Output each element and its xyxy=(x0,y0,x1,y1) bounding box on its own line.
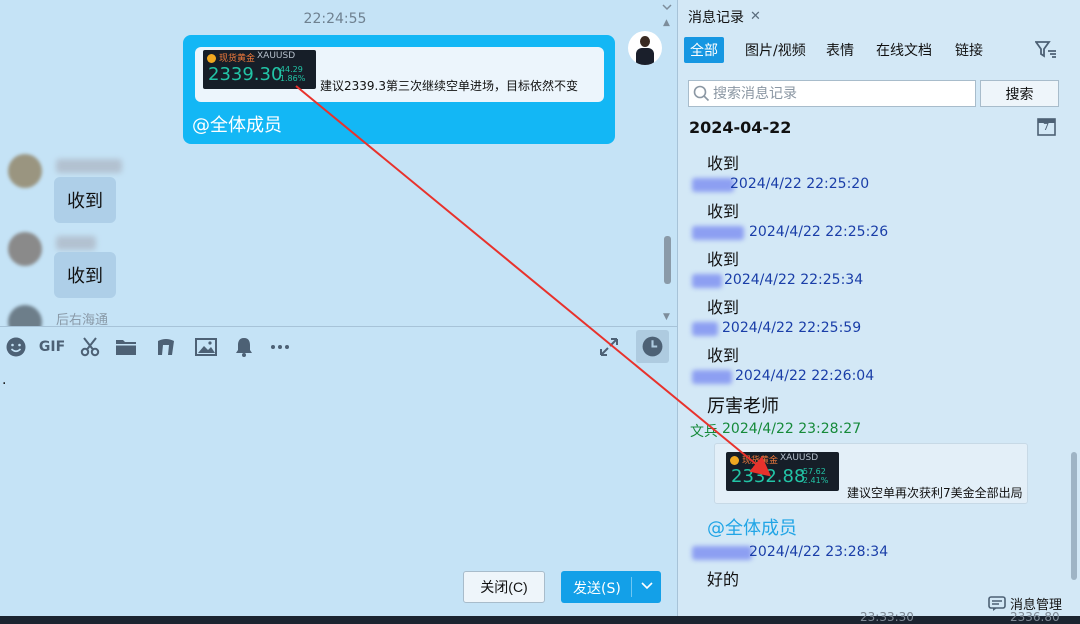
chat-bubble-icon xyxy=(988,595,1006,611)
folder-icon[interactable] xyxy=(114,335,138,359)
filter-icon[interactable] xyxy=(1035,40,1057,60)
history-message-text: 收到 xyxy=(707,154,740,173)
sender-name xyxy=(692,178,734,192)
history-message-time[interactable]: 2024/4/22 22:25:34 xyxy=(724,272,863,288)
tab-stickers[interactable]: 表情 xyxy=(820,37,860,63)
history-message-text: 好的 xyxy=(707,570,740,589)
partial-message: 后右海通 xyxy=(56,313,109,326)
avatar[interactable] xyxy=(8,232,42,266)
emoji-icon[interactable] xyxy=(4,335,28,359)
clock-icon xyxy=(642,336,663,357)
background-price: 2336.80 xyxy=(1010,610,1060,624)
collapse-icon[interactable] xyxy=(661,2,673,14)
music-icon[interactable] xyxy=(154,335,178,359)
instrument-symbol: XAUUSD xyxy=(780,453,819,463)
avatar[interactable] xyxy=(628,31,662,65)
calendar-day: 7 xyxy=(1043,122,1050,133)
message-timestamp: 22:24:55 xyxy=(303,11,367,27)
sender-name xyxy=(692,274,722,288)
instrument-change: -44.29 xyxy=(277,65,303,74)
history-message-time[interactable]: 2024/4/22 23:28:27 xyxy=(722,421,861,437)
background-time: 23:33:30 xyxy=(860,610,914,624)
history-scrollbar[interactable] xyxy=(1071,452,1077,580)
quote-text: 建议空单再次获利7美金全部出局 xyxy=(847,486,1023,500)
sender-name xyxy=(692,322,718,336)
history-message-text: 收到 xyxy=(707,298,740,317)
chat-pane: 22:24:55 现货黄金 XAUUSD 2339.30 -44.29 -1.8… xyxy=(0,0,677,624)
instrument-change-pct: -1.86% xyxy=(277,74,306,83)
instrument-change-pct: -2.41% xyxy=(800,476,829,485)
quote-card[interactable]: 现货黄金 XAUUSD 2332.88 -57.62 -2.41% 建议空单再次… xyxy=(714,443,1028,504)
search-box[interactable] xyxy=(688,80,976,107)
history-message-time[interactable]: 2024/4/22 22:25:20 xyxy=(730,176,869,192)
instrument-name: 现货黄金 xyxy=(219,54,256,64)
history-message-time[interactable]: 2024/4/22 22:26:04 xyxy=(735,368,874,384)
input-toolbar: GIF xyxy=(0,330,677,364)
received-message-bubble[interactable]: 收到 xyxy=(54,177,116,223)
mention-all: @全体成员 xyxy=(707,518,797,539)
message-area: 22:24:55 现货黄金 XAUUSD 2339.30 -44.29 -1.8… xyxy=(0,0,677,326)
tab-online-docs[interactable]: 在线文档 xyxy=(870,37,938,63)
gold-coin-icon xyxy=(207,54,216,63)
search-input[interactable] xyxy=(713,84,971,104)
expand-icon[interactable] xyxy=(597,335,621,359)
sent-message-bubble[interactable]: 现货黄金 XAUUSD 2339.30 -44.29 -1.86% 建议2339… xyxy=(183,35,615,144)
tab-links[interactable]: 链接 xyxy=(949,37,989,63)
mention-all: @全体成员 xyxy=(192,115,282,136)
quote-card[interactable]: 现货黄金 XAUUSD 2339.30 -44.29 -1.86% 建议2339… xyxy=(195,47,604,102)
image-icon[interactable] xyxy=(194,335,218,359)
send-button[interactable]: 发送(S) xyxy=(561,571,661,603)
history-message-time[interactable]: 2024/4/22 22:25:59 xyxy=(722,320,861,336)
avatar[interactable] xyxy=(8,305,42,326)
gold-coin-icon xyxy=(730,456,739,465)
scissors-icon[interactable] xyxy=(78,335,102,359)
search-icon xyxy=(693,85,710,102)
instrument-name: 现货黄金 xyxy=(742,456,779,466)
gold-quote-thumbnail[interactable]: 现货黄金 XAUUSD 2339.30 -44.29 -1.86% xyxy=(203,50,316,89)
bell-icon[interactable] xyxy=(232,335,256,359)
avatar[interactable] xyxy=(8,154,42,188)
sender-name xyxy=(692,546,752,560)
scroll-up-icon[interactable]: ▲ xyxy=(663,18,670,28)
close-icon[interactable]: ✕ xyxy=(750,9,761,24)
sender-name xyxy=(56,236,96,250)
more-icon[interactable] xyxy=(268,335,292,359)
tab-all[interactable]: 全部 xyxy=(684,37,724,63)
history-date: 2024-04-22 xyxy=(689,118,792,137)
history-message-text: 厉害老师 xyxy=(707,396,779,417)
received-message-bubble[interactable]: 收到 xyxy=(54,252,116,298)
instrument-change: -57.62 xyxy=(800,467,826,476)
close-button[interactable]: 关闭(C) xyxy=(463,571,545,603)
history-message-text: 收到 xyxy=(707,202,740,221)
gif-icon[interactable]: GIF xyxy=(39,335,65,359)
sender-name xyxy=(692,226,744,240)
gold-quote-thumbnail[interactable]: 现货黄金 XAUUSD 2332.88 -57.62 -2.41% xyxy=(726,452,839,491)
search-button[interactable]: 搜索 xyxy=(980,80,1059,107)
history-message-time[interactable]: 2024/4/22 22:25:26 xyxy=(749,224,888,240)
send-label: 发送(S) xyxy=(573,581,621,597)
history-sender[interactable]: 文兵 xyxy=(690,421,718,441)
history-message-text: 收到 xyxy=(707,346,740,365)
chat-scrollbar[interactable] xyxy=(664,236,671,284)
sender-name xyxy=(692,370,732,384)
quote-text: 建议2339.3第三次继续空单进场，目标依然不变 xyxy=(320,79,578,93)
background-app-strip: 23:33:30 2336.80 xyxy=(0,610,1080,624)
history-toggle[interactable] xyxy=(636,330,669,363)
message-history-panel: 消息记录 ✕ 全部 图片/视频 表情 在线文档 链接 搜索 2024-04-22… xyxy=(677,0,1080,616)
chevron-down-icon[interactable] xyxy=(639,577,655,593)
history-message-time[interactable]: 2024/4/22 23:28:34 xyxy=(749,544,888,560)
divider xyxy=(0,326,677,327)
tab-media[interactable]: 图片/视频 xyxy=(739,37,812,63)
scroll-down-icon[interactable]: ▼ xyxy=(663,312,670,322)
instrument-price: 2332.88 xyxy=(731,466,806,487)
panel-tab-title[interactable]: 消息记录 xyxy=(688,7,744,27)
instrument-symbol: XAUUSD xyxy=(257,51,296,61)
history-message-text: 收到 xyxy=(707,250,740,269)
instrument-price: 2339.30 xyxy=(208,64,283,85)
message-input[interactable]: . xyxy=(2,372,6,388)
sender-name xyxy=(56,159,122,173)
calendar-icon[interactable]: 7 xyxy=(1037,117,1056,136)
